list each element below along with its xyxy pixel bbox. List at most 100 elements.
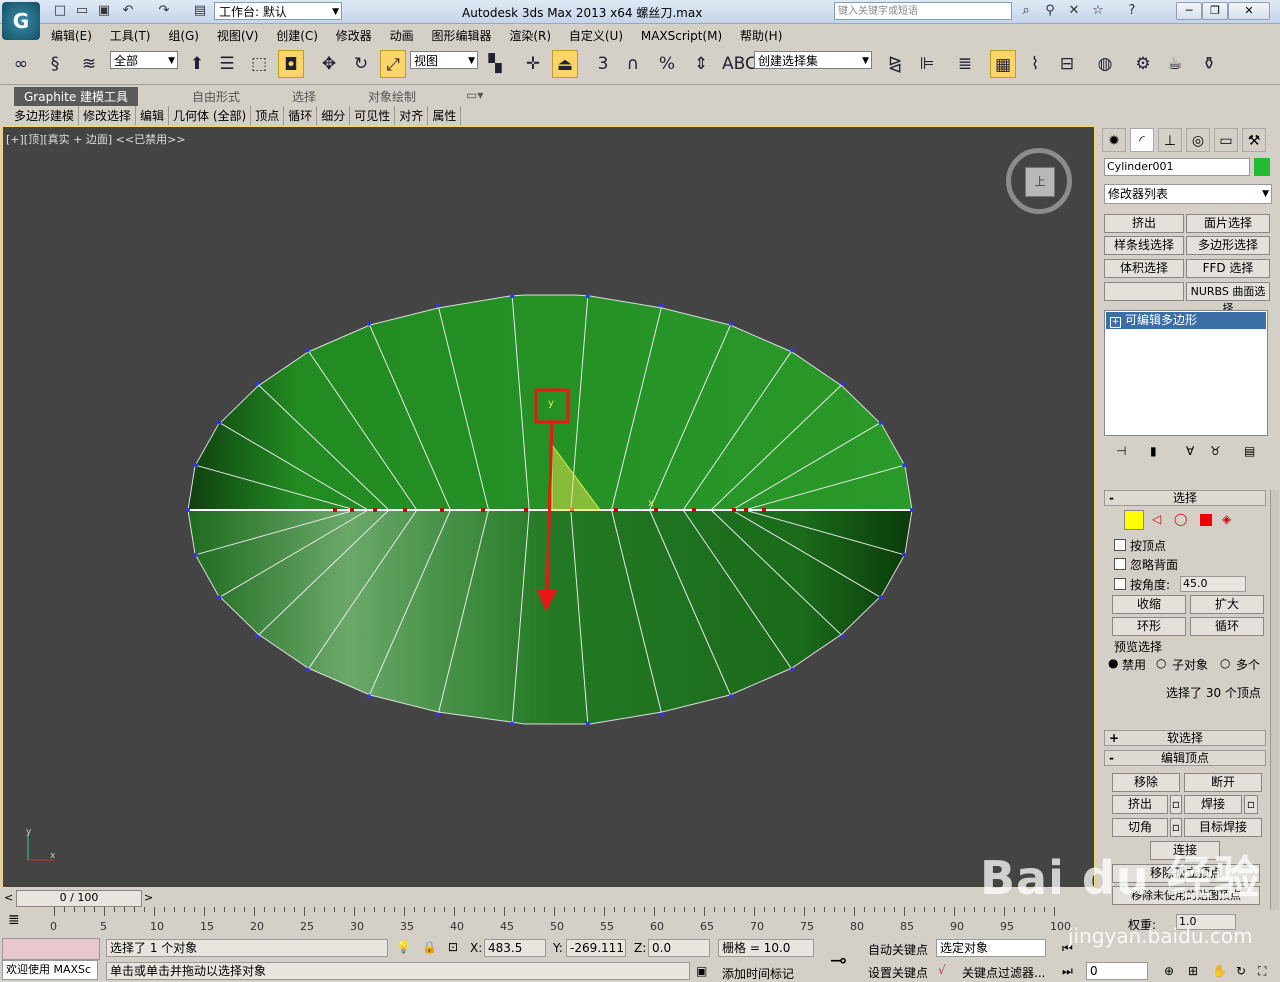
unlink-icon[interactable]: § [42,50,68,78]
add-time-tag[interactable]: 添加时间标记 [722,965,794,982]
rotate-icon[interactable]: ↻ [348,50,374,78]
ignore-backfacing-checkbox[interactable] [1114,558,1126,570]
menu-views[interactable]: 视图(V) [210,24,266,47]
object-color-swatch[interactable] [1254,158,1270,176]
project-folder-icon[interactable]: ▤ [192,3,208,19]
panel-scrollbar[interactable] [1270,490,1279,910]
select-object-icon[interactable]: ⬆ [184,50,210,78]
graphite-toggle-icon[interactable]: ▦ [990,50,1016,78]
extrude-button[interactable]: 挤出 [1112,795,1168,814]
vertex[interactable] [659,712,664,717]
auto-key-button[interactable]: 自动关键点 [868,941,928,958]
utilities-tab-icon[interactable]: ⚒ [1242,128,1266,152]
vertex[interactable] [193,552,198,557]
vertex[interactable] [193,463,198,468]
pivot-center-icon[interactable]: ▚ [482,50,508,78]
configure-sets-icon[interactable]: ▤ [1244,444,1255,458]
element-mode-icon[interactable]: ◈ [1222,512,1231,526]
time-slider-track[interactable] [2,889,1095,907]
mirror-icon[interactable]: ⧎ [882,50,908,78]
track-bar-toggle-icon[interactable]: ≣ [8,912,20,928]
select-manipulate-icon[interactable]: ✛ [520,50,546,78]
selected-vertex[interactable] [732,508,736,512]
radio-subobject[interactable]: ○ [1156,656,1166,670]
selected-vertex[interactable] [692,508,696,512]
search-input[interactable]: 键入关键字或短语 [834,2,1012,20]
key-filters-icon[interactable]: √ [938,963,946,977]
remove-button[interactable]: 移除 [1112,773,1180,792]
viewcube[interactable]: 上 [1006,148,1072,214]
vertex[interactable] [186,508,190,512]
panel-polygon-modeling[interactable]: 多边形建模 [10,106,80,125]
menu-tools[interactable]: 工具(T) [103,24,158,47]
time-slider-thumb[interactable]: 0 / 100 [16,890,142,907]
binoculars-icon[interactable]: ⌕ [1018,3,1034,19]
selected-vertex[interactable] [654,508,658,512]
vertex[interactable] [217,595,222,600]
bind-space-warp-icon[interactable]: ≋ [76,50,102,78]
panel-modify-selection[interactable]: 修改选择 [79,106,137,125]
by-angle-checkbox[interactable] [1114,578,1126,590]
weld-settings-icon[interactable]: ▫ [1244,795,1258,814]
pan-icon[interactable]: ✋ [1212,964,1227,978]
patch-select-button[interactable]: 面片选择 [1186,214,1270,233]
menu-graph-editors[interactable]: 图形编辑器 [424,24,498,47]
ribbon-options-icon[interactable]: ▭▾ [466,88,483,102]
break-button[interactable]: 断开 [1184,773,1262,792]
render-teapot-icon[interactable]: ⚱ [1196,50,1222,78]
empty-modifier-button[interactable] [1104,282,1184,301]
loop-button[interactable]: 循环 [1190,617,1264,636]
panel-vertices[interactable]: 顶点 [251,106,285,125]
panel-properties[interactable]: 属性 [428,106,462,125]
menu-maxscript[interactable]: MAXScript(M) [634,26,729,46]
material-editor-icon[interactable]: ◍ [1092,50,1118,78]
nurbs-surface-select-button[interactable]: NURBS 曲面选择 [1186,282,1270,315]
cylinder-mesh[interactable]: y x [180,290,920,730]
vertex[interactable] [305,667,310,672]
menu-edit[interactable]: 编辑(E) [44,24,99,47]
vertex[interactable] [217,420,222,425]
angle-snap-icon[interactable]: ∩ [620,50,646,78]
radio-disabled[interactable]: ● [1108,656,1118,670]
vertex[interactable] [436,303,441,308]
close-button[interactable]: ✕ [1228,2,1270,20]
move-icon[interactable]: ✥ [316,50,342,78]
spline-select-button[interactable]: 样条线选择 [1104,236,1184,255]
keyboard-shortcut-override-icon[interactable]: ⏏ [552,50,578,78]
remove-modifier-icon[interactable]: ♉ [1210,444,1221,458]
vertex[interactable] [585,721,590,726]
vertex[interactable] [510,294,515,299]
key-filters-button[interactable]: 关键点过滤器... [962,964,1045,981]
time-config-icon[interactable]: ⏭ [1062,964,1073,979]
vertex-mode-icon[interactable] [1124,510,1144,530]
extrude-settings-icon[interactable]: ▫ [1170,795,1182,814]
align-icon[interactable]: ⊫ [914,50,940,78]
panel-loops[interactable]: 循环 [284,106,318,125]
window-crossing-icon[interactable]: ◘ [278,50,304,78]
modifier-stack[interactable]: + 可编辑多边形 [1104,310,1268,436]
curve-editor-icon[interactable]: ⌇ [1022,50,1048,78]
save-icon[interactable]: ▣ [96,3,112,19]
track-bar[interactable]: 0 5 10 15 20 25 30 35 40 45 50 55 60 65 70 75 80 85 90 95 10… [40,907,1095,935]
tab-selection[interactable]: 选择 [292,88,316,105]
tab-graphite-modeling[interactable]: Graphite 建模工具 [14,87,139,106]
reference-coord-dropdown[interactable]: 视图 ▼ [410,51,478,69]
selected-vertex[interactable] [373,508,377,512]
maximize-button[interactable]: ❐ [1202,2,1228,20]
menu-customize[interactable]: 自定义(U) [562,24,630,47]
by-vertex-checkbox[interactable] [1114,539,1126,551]
volume-select-button[interactable]: 体积选择 [1104,259,1184,278]
next-frame-icon[interactable]: > [144,891,153,904]
make-unique-icon[interactable]: ∀ [1186,444,1194,458]
prev-frame-icon[interactable]: < [4,891,13,904]
vertex[interactable] [902,552,907,557]
tools-icon[interactable]: ✕ [1066,3,1082,19]
set-key-button[interactable]: 设置关键点 [868,964,928,981]
vertex[interactable] [510,721,515,726]
panel-edit[interactable]: 编辑 [136,106,170,125]
angle-spinner[interactable]: 45.0 [1180,576,1246,592]
selected-vertex[interactable] [333,508,337,512]
key-mode-dropdown[interactable]: 选定对象 [936,939,1046,957]
vertex[interactable] [255,381,260,386]
selected-vertex[interactable] [440,508,444,512]
